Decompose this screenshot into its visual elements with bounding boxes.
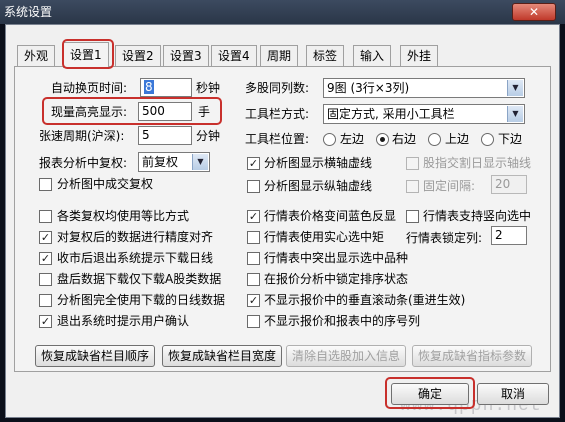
volume-unit: 手	[198, 105, 211, 119]
stock-daily-axis-checkbox[interactable]	[406, 157, 419, 170]
option-right-checkbox[interactable]: ✓	[247, 294, 260, 307]
toolbar-mode-value: 固定方式, 采用小工具栏	[327, 107, 455, 121]
tab-label: 设置3	[170, 49, 202, 63]
auto-page-label: 自动换页时间:	[51, 81, 128, 95]
show-h-axis-label: 分析图显示横轴虚线	[264, 156, 373, 170]
pos-left-label: 左边	[340, 132, 365, 146]
option-left-label: 各类复权均使用等比方式	[57, 209, 190, 223]
auto-page-input[interactable]: 8	[140, 78, 192, 97]
lock-columns-label: 行情表锁定列:	[406, 231, 483, 245]
option-right-checkbox[interactable]	[247, 315, 260, 328]
lock-columns-input[interactable]: 2	[491, 226, 527, 245]
tab-label: 标签	[313, 49, 338, 63]
fixed-interval-label: 固定间隔:	[423, 179, 476, 193]
auto-page-value: 8	[144, 80, 154, 94]
tab-label: 输入	[360, 49, 385, 63]
option-left-checkbox[interactable]: ✓	[39, 231, 52, 244]
restore-value: 前复权	[142, 155, 179, 169]
tab-input[interactable]: 输入	[353, 45, 392, 67]
show-v-axis-label: 分析图显示纵轴虚线	[264, 179, 373, 193]
show-restored-vol-checkbox[interactable]	[39, 178, 52, 191]
option-left-checkbox[interactable]: ✓	[39, 315, 52, 328]
stock-daily-axis-label: 股指交割日显示轴线	[423, 156, 532, 170]
option-left-label: 盘后数据下载仅下载A股类数据	[57, 272, 222, 286]
option-right-checkbox[interactable]	[247, 231, 260, 244]
tab-settings4[interactable]: 设置4	[211, 45, 257, 67]
option-right-checkbox[interactable]	[247, 252, 260, 265]
pos-bottom-radio[interactable]	[481, 133, 494, 146]
multi-stock-value: 9图 (3行×3列)	[327, 81, 410, 95]
tab-highlight-marker	[62, 39, 114, 69]
chevron-down-icon: ▼	[192, 154, 208, 170]
chevron-down-icon: ▼	[507, 106, 523, 122]
show-h-axis-checkbox[interactable]: ✓	[247, 157, 260, 170]
restore-select[interactable]: 前复权 ▼	[138, 152, 210, 172]
volume-label: 现量高亮显示:	[51, 105, 128, 119]
toolbar-mode-label: 工具栏方式:	[245, 107, 310, 121]
tab-label: 周期	[267, 49, 292, 63]
tab-period[interactable]: 周期	[260, 45, 299, 67]
option-left-checkbox[interactable]	[39, 273, 52, 286]
pos-left-radio[interactable]	[323, 133, 336, 146]
pos-top-label: 上边	[445, 132, 470, 146]
option-right-label: 行情表价格变间蓝色反显	[264, 209, 397, 223]
speed-label: 张速周期(沪深):	[39, 129, 125, 143]
option-left-checkbox[interactable]	[39, 210, 52, 223]
option-left-checkbox[interactable]: ✓	[39, 252, 52, 265]
restore-col-order-button[interactable]: 恢复成缺省栏目顺序	[35, 345, 155, 367]
tab-label: 外观	[24, 49, 49, 63]
auto-page-unit: 秒钟	[196, 81, 221, 95]
ok-button[interactable]: 确定	[391, 383, 469, 405]
vertical-select-checkbox[interactable]	[406, 210, 419, 223]
multi-stock-label: 多股同列数:	[245, 81, 310, 95]
fixed-interval-input[interactable]: 20	[491, 175, 527, 194]
option-left-label: 收市后退出系统提示下载日线	[57, 251, 214, 265]
toolbar-pos-label: 工具栏位置:	[245, 132, 310, 146]
clear-selfselect-button[interactable]: 清除自选股加入信息	[286, 345, 406, 367]
show-v-axis-checkbox[interactable]	[247, 180, 260, 193]
volume-input[interactable]: 500	[138, 102, 192, 121]
speed-input[interactable]: 5	[138, 126, 192, 145]
option-right-label: 不显示报价中的垂直滚动条(重进生效)	[264, 293, 466, 307]
restore-col-width-button[interactable]: 恢复成缺省栏目宽度	[162, 345, 282, 367]
option-right-checkbox[interactable]: ✓	[247, 210, 260, 223]
tab-labels[interactable]: 标签	[306, 45, 345, 67]
pos-right-label: 右边	[392, 132, 417, 146]
tab-label: 设置2	[122, 49, 154, 63]
window-titlebar: 系统设置	[0, 0, 565, 24]
option-right-label: 不显示报价和报表中的序号列	[264, 314, 421, 328]
chevron-down-icon: ▼	[507, 80, 523, 96]
pos-top-radio[interactable]	[428, 133, 441, 146]
vertical-select-label: 行情表支持竖向选中	[423, 209, 532, 223]
tab-plugins[interactable]: 外挂	[400, 45, 439, 67]
option-left-label: 对复权后的数据进行精度对齐	[57, 230, 214, 244]
pos-right-radio[interactable]	[376, 133, 389, 146]
cancel-button[interactable]: 取消	[477, 383, 549, 405]
tab-label: 外挂	[407, 49, 432, 63]
option-right-label: 在报价分析中锁定排序状态	[264, 272, 409, 286]
window-title: 系统设置	[4, 5, 53, 19]
close-icon: ✕	[528, 5, 540, 19]
toolbar-mode-select[interactable]: 固定方式, 采用小工具栏 ▼	[323, 104, 525, 124]
option-right-label: 行情表使用实心选中矩	[264, 230, 385, 244]
option-left-checkbox[interactable]	[39, 294, 52, 307]
tab-settings3[interactable]: 设置3	[163, 45, 209, 67]
option-left-label: 分析图完全使用下载的日线数据	[57, 293, 226, 307]
option-left-label: 退出系统时提示用户确认	[57, 314, 190, 328]
restore-label: 报表分析中复权:	[39, 156, 128, 170]
fixed-interval-checkbox[interactable]	[406, 180, 419, 193]
tab-appearance[interactable]: 外观	[17, 45, 56, 67]
close-button[interactable]: ✕	[512, 3, 556, 21]
option-right-label: 行情表中突出显示选中品种	[264, 251, 409, 265]
multi-stock-select[interactable]: 9图 (3行×3列) ▼	[323, 78, 525, 98]
restore-indicator-button[interactable]: 恢复成缺省指标参数	[412, 345, 532, 367]
tab-label: 设置4	[218, 49, 250, 63]
option-right-checkbox[interactable]	[247, 273, 260, 286]
pos-bottom-label: 下边	[498, 132, 523, 146]
tab-settings2[interactable]: 设置2	[115, 45, 161, 67]
speed-unit: 分钟	[196, 129, 221, 143]
show-restored-vol-label: 分析图中成交复权	[57, 177, 154, 191]
